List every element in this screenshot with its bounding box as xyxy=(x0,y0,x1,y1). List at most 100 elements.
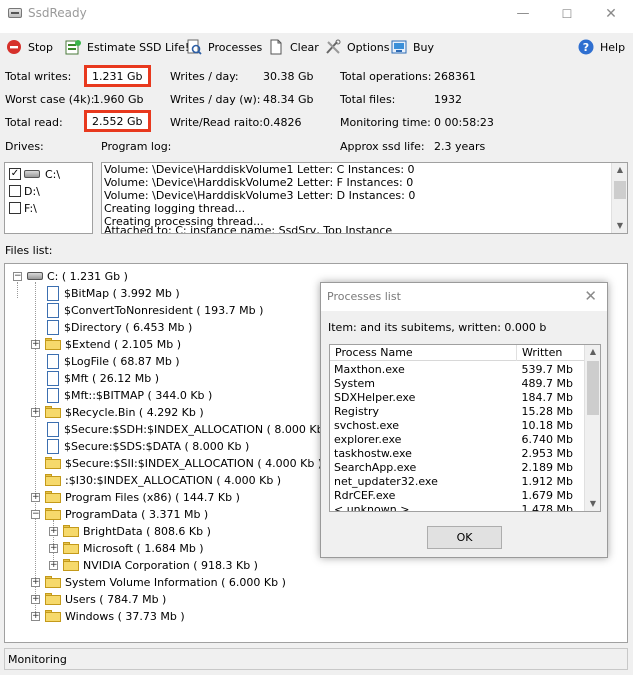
process-row[interactable]: Maxthon.exe 539.7 Mb xyxy=(330,363,585,377)
expand-icon[interactable]: + xyxy=(49,543,58,553)
scroll-down-arrow-icon[interactable]: ▼ xyxy=(585,497,600,511)
worst-case-value: 1.960 Gb xyxy=(93,93,144,106)
dialog-close-icon[interactable]: ✕ xyxy=(584,287,597,305)
tree-node-label: $Secure:$SII:$INDEX_ALLOCATION ( 4.000 K… xyxy=(65,456,323,470)
expand-icon[interactable]: + xyxy=(31,339,40,349)
maximize-button[interactable]: ☐ xyxy=(545,0,589,28)
process-row[interactable]: explorer.exe 6.740 Mb xyxy=(330,433,585,447)
tree-node-root[interactable]: − C: ( 1.231 Gb ) xyxy=(13,268,128,284)
tree-node-label: $LogFile ( 68.87 Mb ) xyxy=(64,354,180,368)
collapse-icon[interactable]: − xyxy=(13,271,22,281)
tree-node-folder[interactable]: + Users ( 784.7 Mb ) xyxy=(31,591,166,607)
log-scrollbar[interactable]: ▲ ▼ xyxy=(611,163,627,233)
process-row[interactable]: net_updater32.exe 1.912 Mb xyxy=(330,475,585,489)
scroll-thumb[interactable] xyxy=(614,181,626,199)
stop-button[interactable]: Stop xyxy=(6,38,53,56)
drive-checkbox[interactable] xyxy=(9,202,21,214)
dialog-item-info: Item: and its subitems, written: 0.000 b xyxy=(328,321,547,334)
tree-node-file[interactable]: $Secure:$SDS:$DATA ( 8.000 Kb ) xyxy=(45,438,249,454)
ratio-label: Write/Read raito: xyxy=(170,116,263,129)
process-row[interactable]: svchost.exe 10.18 Mb xyxy=(330,419,585,433)
ok-button[interactable]: OK xyxy=(427,526,502,549)
collapse-icon[interactable]: − xyxy=(31,509,40,519)
process-row[interactable]: SearchApp.exe 2.189 Mb xyxy=(330,461,585,475)
log-line: Volume: \Device\HarddiskVolume3 Letter: … xyxy=(104,189,416,202)
expand-icon[interactable]: + xyxy=(31,611,40,621)
tree-node-folder[interactable]: $Secure:$SII:$INDEX_ALLOCATION ( 4.000 K… xyxy=(45,455,322,471)
tree-node-folder[interactable]: + $Recycle.Bin ( 4.292 Kb ) xyxy=(31,404,204,420)
scroll-thumb[interactable] xyxy=(587,361,599,415)
drive-item-c[interactable]: ✓ C:\ xyxy=(9,166,60,182)
drive-checkbox[interactable] xyxy=(9,185,21,197)
files-list-label: Files list: xyxy=(5,244,53,257)
expand-icon[interactable]: + xyxy=(31,492,40,502)
status-bar: Monitoring xyxy=(4,648,628,670)
column-header-process-name[interactable]: Process Name xyxy=(330,345,517,361)
tree-node-folder[interactable]: + Microsoft ( 1.684 Mb ) xyxy=(49,540,204,556)
help-button[interactable]: ? Help xyxy=(578,38,625,56)
tree-node-file[interactable]: $Secure:$SDH:$INDEX_ALLOCATION ( 8.000 K… xyxy=(45,421,331,437)
tree-node-file[interactable]: $Mft ( 26.12 Mb ) xyxy=(45,370,159,386)
tree-node-folder[interactable]: + BrightData ( 808.6 Kb ) xyxy=(49,523,211,539)
program-log[interactable]: Volume: \Device\HarddiskVolume1 Letter: … xyxy=(101,162,628,234)
column-header-written[interactable]: Written xyxy=(517,345,585,361)
tree-node-folder[interactable]: + $Extend ( 2.105 Mb ) xyxy=(31,336,181,352)
process-row[interactable]: RdrCEF.exe 1.679 Mb xyxy=(330,489,585,503)
process-written: 539.7 Mb xyxy=(521,363,573,376)
drive-item-d[interactable]: D:\ xyxy=(9,183,40,199)
process-row[interactable]: < unknown > 1.478 Mb xyxy=(330,503,585,511)
monitoring-time-label: Monitoring time: xyxy=(340,116,431,129)
tree-node-file[interactable]: $BitMap ( 3.992 Mb ) xyxy=(45,285,180,301)
folder-icon xyxy=(45,474,61,486)
scroll-up-arrow-icon[interactable]: ▲ xyxy=(612,163,627,177)
expand-icon[interactable]: + xyxy=(31,594,40,604)
close-button[interactable]: ✕ xyxy=(589,0,633,28)
buy-button[interactable]: Buy xyxy=(391,38,434,56)
process-row[interactable]: taskhostw.exe 2.953 Mb xyxy=(330,447,585,461)
drive-checkbox[interactable]: ✓ xyxy=(9,168,21,180)
tree-node-file[interactable]: $Directory ( 6.453 Mb ) xyxy=(45,319,192,335)
tree-node-file[interactable]: $ConvertToNonresident ( 193.7 Mb ) xyxy=(45,302,263,318)
ssd-life-label: Approx ssd life: xyxy=(340,140,425,153)
scroll-down-arrow-icon[interactable]: ▼ xyxy=(612,219,627,233)
tree-node-file[interactable]: $Mft::$BITMAP ( 344.0 Kb ) xyxy=(45,387,212,403)
expand-icon[interactable]: + xyxy=(49,526,58,536)
tree-node-label: $Recycle.Bin ( 4.292 Kb ) xyxy=(65,405,204,419)
drive-label: D:\ xyxy=(24,184,40,198)
tree-node-folder[interactable]: − ProgramData ( 3.371 Mb ) xyxy=(31,506,208,522)
tree-node-label: $Secure:$SDS:$DATA ( 8.000 Kb ) xyxy=(64,439,250,453)
drives-label: Drives: xyxy=(5,140,44,153)
process-name: SDXHelper.exe xyxy=(334,391,416,404)
tree-node-file[interactable]: $LogFile ( 68.87 Mb ) xyxy=(45,353,180,369)
processes-button[interactable]: Processes xyxy=(186,38,262,56)
minimize-button[interactable]: — xyxy=(501,0,545,28)
tree-node-folder[interactable]: + NVIDIA Corporation ( 918.3 Kb ) xyxy=(49,557,258,573)
scroll-up-arrow-icon[interactable]: ▲ xyxy=(585,345,600,359)
process-written: 184.7 Mb xyxy=(521,391,573,404)
process-row[interactable]: SDXHelper.exe 184.7 Mb xyxy=(330,391,585,405)
expand-icon[interactable]: + xyxy=(49,560,58,570)
folder-icon xyxy=(45,457,61,469)
process-written: 15.28 Mb xyxy=(521,405,573,418)
expand-icon[interactable]: + xyxy=(31,577,40,587)
clear-button[interactable]: Clear xyxy=(268,38,319,56)
tree-node-folder[interactable]: + System Volume Information ( 6.000 Kb ) xyxy=(31,574,286,590)
tree-node-folder[interactable]: :$I30:$INDEX_ALLOCATION ( 4.000 Kb ) xyxy=(45,472,281,488)
file-icon xyxy=(47,302,59,318)
estimate-button[interactable]: Estimate SSD Life! xyxy=(65,38,189,56)
drive-item-f[interactable]: F:\ xyxy=(9,200,37,216)
process-list-scrollbar[interactable]: ▲ ▼ xyxy=(584,345,600,511)
clear-label: Clear xyxy=(290,40,319,54)
process-name: taskhostw.exe xyxy=(334,447,412,460)
tree-node-label: BrightData ( 808.6 Kb ) xyxy=(83,524,211,538)
log-line: Creating logging thread... xyxy=(104,202,246,215)
expand-icon[interactable]: + xyxy=(31,407,40,417)
estimate-icon xyxy=(65,39,81,55)
tree-node-folder[interactable]: + Windows ( 37.73 Mb ) xyxy=(31,608,185,624)
process-row[interactable]: System 489.7 Mb xyxy=(330,377,585,391)
tree-node-folder[interactable]: + Program Files (x86) ( 144.7 Kb ) xyxy=(31,489,240,505)
process-row[interactable]: Registry 15.28 Mb xyxy=(330,405,585,419)
options-button[interactable]: Options xyxy=(325,38,389,56)
process-list[interactable]: Process Name Written Maxthon.exe 539.7 Mb… xyxy=(329,344,601,512)
tree-node-label: Microsoft ( 1.684 Mb ) xyxy=(83,541,204,555)
